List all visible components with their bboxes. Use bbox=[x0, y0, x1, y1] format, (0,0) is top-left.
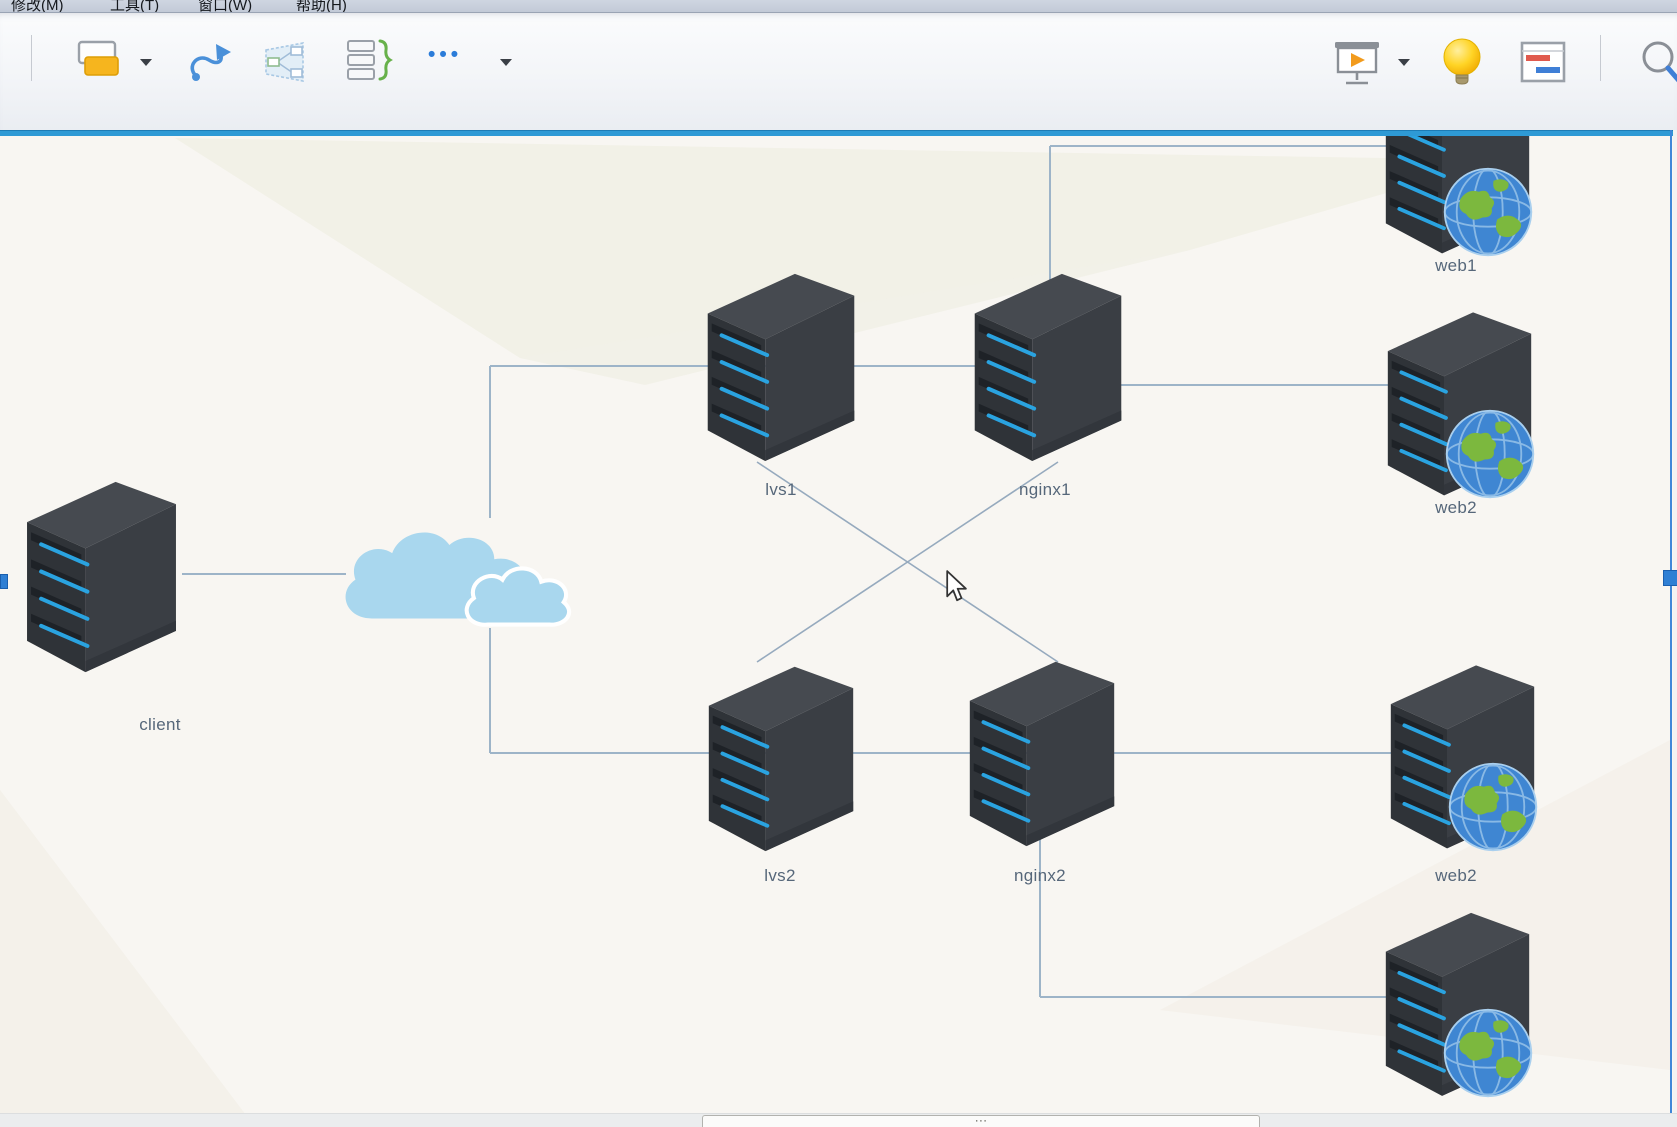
toolbar: ••• bbox=[0, 13, 1677, 130]
node-label-nginx1: nginx1 bbox=[980, 480, 1110, 500]
page-left-resize-handle[interactable] bbox=[0, 574, 8, 589]
menu-item-window[interactable]: 窗口(W) bbox=[198, 0, 252, 13]
mouse-cursor bbox=[945, 570, 967, 603]
shapes-dropdown-caret[interactable] bbox=[140, 59, 152, 66]
drawing-canvas[interactable]: client lvs1 nginx1 lvs2 nginx2 web1 web2… bbox=[0, 130, 1677, 1127]
node-client[interactable] bbox=[21, 467, 182, 679]
more-dropdown-caret[interactable] bbox=[500, 59, 512, 66]
node-label-lvs2: lvs2 bbox=[715, 866, 845, 886]
node-lvs1[interactable] bbox=[701, 262, 861, 465]
canvas-right-margin bbox=[1673, 130, 1677, 1127]
node-label-web2a: web2 bbox=[1391, 498, 1521, 518]
node-label-web2b: web2 bbox=[1391, 866, 1521, 886]
presentation-dropdown-caret[interactable] bbox=[1398, 59, 1410, 66]
node-label-web1: web1 bbox=[1391, 256, 1521, 276]
connector-curve-icon[interactable] bbox=[184, 39, 234, 85]
presentation-play-icon[interactable] bbox=[1333, 39, 1381, 87]
list-brace-icon[interactable] bbox=[346, 37, 396, 85]
globe-icon bbox=[1442, 166, 1534, 258]
idea-bulb-icon[interactable] bbox=[1440, 35, 1484, 89]
org-chart-icon[interactable] bbox=[263, 41, 307, 83]
page-top-border bbox=[0, 130, 1677, 136]
node-label-nginx2: nginx2 bbox=[975, 866, 1105, 886]
toolbar-separator bbox=[31, 35, 32, 81]
search-icon[interactable] bbox=[1638, 37, 1677, 87]
menu-item-modify[interactable]: 修改(M) bbox=[11, 0, 64, 13]
menu-item-tools[interactable]: 工具(T) bbox=[110, 0, 159, 13]
internet-cloud-shape[interactable] bbox=[333, 502, 578, 640]
toolbar-separator bbox=[1600, 35, 1601, 81]
page-right-resize-handle[interactable] bbox=[1663, 570, 1677, 586]
page-right-border bbox=[1670, 130, 1672, 1127]
node-label-client: client bbox=[95, 715, 225, 735]
bottom-panel-handle[interactable]: ⋯ bbox=[702, 1115, 1260, 1127]
shapes-icon[interactable] bbox=[76, 39, 122, 83]
node-lvs2[interactable] bbox=[701, 655, 861, 855]
globe-icon bbox=[1447, 761, 1539, 853]
globe-icon bbox=[1444, 408, 1536, 500]
more-tools-button[interactable]: ••• bbox=[428, 43, 462, 67]
globe-icon bbox=[1442, 1007, 1534, 1099]
node-label-lvs1: lvs1 bbox=[716, 480, 846, 500]
menu-bar: 修改(M) 工具(T) 窗口(W) 帮助(H) bbox=[0, 0, 1677, 13]
node-nginx1[interactable] bbox=[968, 262, 1128, 465]
menu-item-help[interactable]: 帮助(H) bbox=[296, 0, 347, 13]
timeline-window-icon[interactable] bbox=[1520, 41, 1566, 83]
node-nginx2[interactable] bbox=[963, 650, 1121, 850]
